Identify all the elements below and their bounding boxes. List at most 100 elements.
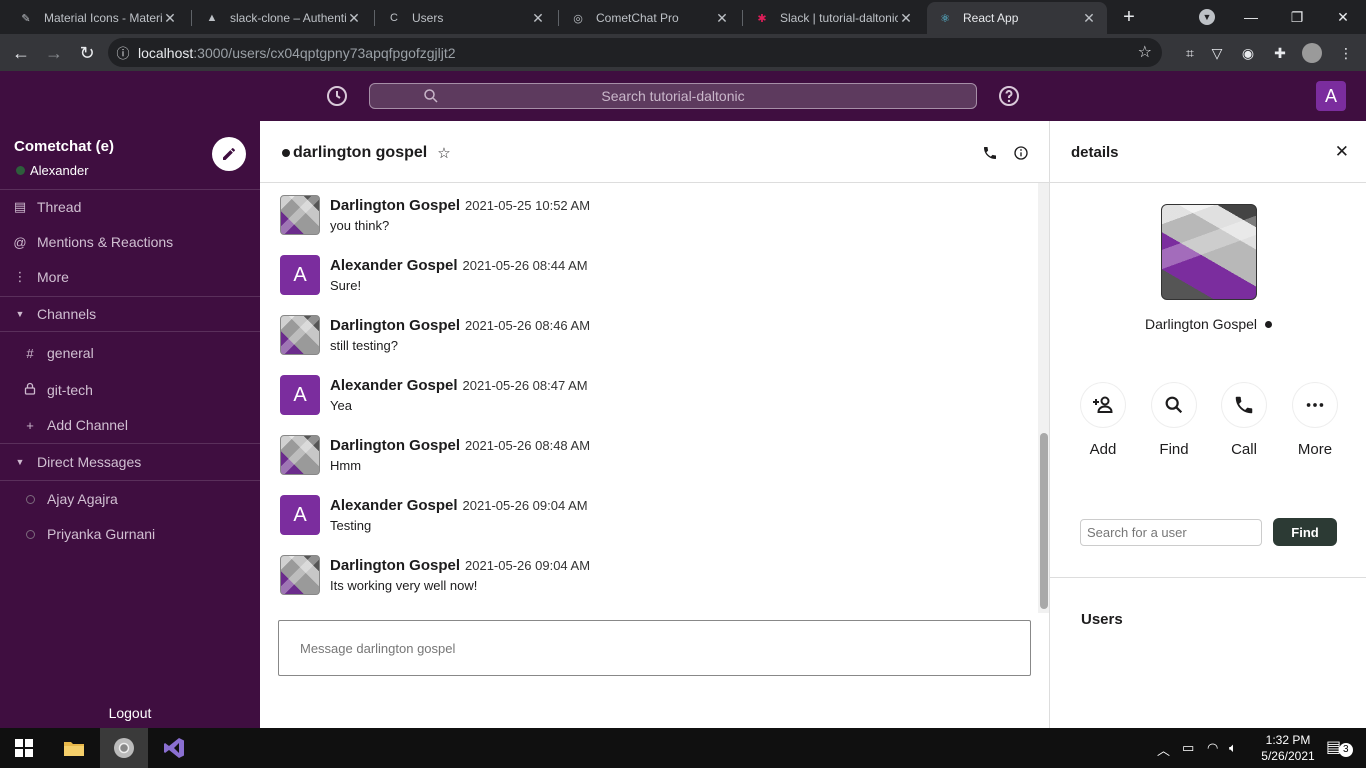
direct-messages-header[interactable]: ▼ Direct Messages bbox=[0, 445, 260, 479]
browser-menu-icon[interactable]: ⋮ bbox=[1336, 43, 1356, 63]
address-bar[interactable]: ⓘ localhost :3000/users/cx04qptgpny73apq… bbox=[108, 38, 1162, 67]
forward-button[interactable]: → bbox=[41, 40, 67, 66]
vscode-taskbar-button[interactable] bbox=[150, 728, 198, 768]
find-action-button[interactable]: Find bbox=[1150, 383, 1198, 458]
scrollbar-thumb[interactable] bbox=[1040, 433, 1048, 609]
extension-cast-icon[interactable]: ⌗ bbox=[1180, 43, 1200, 63]
add-channel-button[interactable]: + Add Channel bbox=[0, 408, 260, 442]
tab-search-button[interactable]: ▼ bbox=[1184, 0, 1230, 34]
extension-ghost-icon[interactable]: ◉ bbox=[1238, 43, 1258, 63]
info-icon[interactable]: ⓘ bbox=[108, 43, 138, 62]
sidebar-item-dm[interactable]: Priyanka Gurnani bbox=[0, 517, 260, 551]
avatar[interactable] bbox=[280, 555, 320, 595]
sidebar-item-general[interactable]: # general bbox=[0, 336, 260, 370]
browser-tab[interactable]: ✱ Slack | tutorial-daltonic ✕ bbox=[744, 2, 924, 34]
message-item[interactable]: Darlington Gospel 2021-05-26 08:46 AM sti… bbox=[280, 303, 1020, 359]
author-name[interactable]: Alexander Gospel bbox=[330, 377, 458, 394]
star-icon[interactable]: ☆ bbox=[437, 144, 450, 162]
message-composer[interactable] bbox=[278, 620, 1031, 676]
sidebar-item-dm[interactable]: Ajay Agajra bbox=[0, 482, 260, 516]
message-list: Darlington Gospel 2021-05-25 10:52 AM you… bbox=[260, 183, 1036, 613]
avatar[interactable]: A bbox=[280, 375, 320, 415]
search-icon bbox=[1152, 383, 1196, 427]
workspace-name[interactable]: Cometchat (e) bbox=[14, 138, 114, 155]
author-name[interactable]: Darlington Gospel bbox=[330, 557, 460, 574]
logout-button[interactable]: Logout bbox=[0, 705, 260, 721]
battery-icon[interactable]: ▭ bbox=[1182, 740, 1194, 756]
close-icon[interactable]: ✕ bbox=[346, 10, 362, 27]
user-search-input[interactable] bbox=[1080, 519, 1262, 546]
avatar[interactable]: A bbox=[280, 255, 320, 295]
workspace-search[interactable]: Search tutorial-daltonic bbox=[369, 83, 977, 109]
help-icon[interactable] bbox=[997, 84, 1021, 108]
close-icon[interactable]: ✕ bbox=[530, 10, 546, 27]
folder-icon bbox=[64, 742, 84, 756]
find-button[interactable]: Find bbox=[1273, 518, 1337, 546]
message-input[interactable] bbox=[279, 621, 1030, 675]
message-item[interactable]: A Alexander Gospel 2021-05-26 08:47 AM Ye… bbox=[280, 363, 1020, 419]
wifi-icon[interactable]: ◠ bbox=[1207, 740, 1218, 756]
browser-toolbar: ← → ↻ ⓘ localhost :3000/users/cx04qptgpn… bbox=[0, 34, 1366, 71]
author-name[interactable]: Darlington Gospel bbox=[330, 317, 460, 334]
browser-tab[interactable]: ▲ slack-clone – Authentication ✕ bbox=[194, 2, 372, 34]
close-icon[interactable]: ✕ bbox=[162, 10, 178, 27]
more-actions-button[interactable]: More bbox=[1291, 383, 1339, 458]
message-scrollbar[interactable] bbox=[1038, 183, 1049, 613]
message-item[interactable]: Darlington Gospel 2021-05-26 08:48 AM Hmm bbox=[280, 423, 1020, 479]
avatar[interactable] bbox=[280, 195, 320, 235]
browser-tab[interactable]: ✎ Material Icons - Material Design ✕ bbox=[8, 2, 188, 34]
tray-chevron-up-icon[interactable]: ︿ bbox=[1157, 740, 1170, 759]
browser-tab[interactable]: C Users ✕ bbox=[376, 2, 556, 34]
message-item[interactable]: A Alexander Gospel 2021-05-26 09:04 AM Te… bbox=[280, 483, 1020, 539]
close-icon[interactable]: ✕ bbox=[898, 10, 914, 27]
profile-avatar-icon[interactable] bbox=[1302, 43, 1322, 63]
channels-header[interactable]: ▼ Channels bbox=[0, 297, 260, 331]
url-path: :3000/users/cx04qptgpny73apqfpgofzgjljt2 bbox=[193, 44, 456, 61]
sidebar-item-mentions[interactable]: @ Mentions & Reactions bbox=[0, 225, 260, 259]
maximize-button[interactable]: ❐ bbox=[1274, 0, 1320, 34]
close-icon[interactable]: ✕ bbox=[1335, 142, 1349, 162]
close-window-button[interactable]: ✕ bbox=[1320, 0, 1366, 34]
chat-title[interactable]: darlington gospel ☆ bbox=[282, 144, 451, 162]
user-avatar[interactable]: A bbox=[1316, 81, 1346, 111]
close-icon[interactable]: ✕ bbox=[1081, 10, 1097, 27]
compose-button[interactable] bbox=[212, 137, 246, 171]
message-item[interactable]: Darlington Gospel 2021-05-26 09:04 AM Its… bbox=[280, 543, 1020, 599]
sidebar-item-git-tech[interactable]: git-tech bbox=[0, 373, 260, 407]
tab-title: React App bbox=[963, 11, 1019, 25]
back-button[interactable]: ← bbox=[8, 40, 34, 66]
author-name[interactable]: Darlington Gospel bbox=[330, 437, 460, 454]
avatar[interactable] bbox=[280, 435, 320, 475]
add-user-button[interactable]: Add bbox=[1079, 383, 1127, 458]
new-tab-button[interactable]: + bbox=[1118, 6, 1140, 28]
info-icon[interactable] bbox=[1013, 145, 1029, 161]
close-icon[interactable]: ✕ bbox=[714, 10, 730, 27]
browser-tab-active[interactable]: ⚛ React App ✕ bbox=[927, 2, 1107, 34]
browser-tab[interactable]: ◎ CometChat Pro ✕ bbox=[560, 2, 740, 34]
extensions-puzzle-icon[interactable]: ✚ bbox=[1270, 43, 1290, 63]
message-item[interactable]: A Alexander Gospel 2021-05-26 08:44 AM Su… bbox=[280, 243, 1020, 299]
sidebar-item-more[interactable]: ⋮ More bbox=[0, 260, 260, 294]
history-icon[interactable] bbox=[325, 84, 349, 108]
extension-vue-icon[interactable]: ▽ bbox=[1207, 43, 1227, 63]
author-name[interactable]: Alexander Gospel bbox=[330, 497, 458, 514]
message-item[interactable]: Darlington Gospel 2021-05-25 10:52 AM you… bbox=[280, 183, 1020, 239]
call-button[interactable]: Call bbox=[1220, 383, 1268, 458]
author-name[interactable]: Darlington Gospel bbox=[330, 197, 460, 214]
minimize-button[interactable]: ― bbox=[1228, 0, 1274, 34]
message-author: Alexander Gospel 2021-05-26 08:44 AM bbox=[330, 257, 588, 274]
phone-icon[interactable] bbox=[982, 145, 998, 161]
file-explorer-button[interactable] bbox=[50, 728, 98, 768]
sidebar-item-thread[interactable]: ▤ Thread bbox=[0, 190, 260, 224]
author-name[interactable]: Alexander Gospel bbox=[330, 257, 458, 274]
avatar[interactable] bbox=[280, 315, 320, 355]
bookmark-star-icon[interactable]: ☆ bbox=[1138, 42, 1152, 62]
system-clock[interactable]: 1:32 PM 5/26/2021 bbox=[1252, 732, 1324, 764]
notifications-button[interactable]: ▤ 3 bbox=[1326, 737, 1353, 757]
reload-button[interactable]: ↻ bbox=[74, 40, 100, 66]
start-button[interactable] bbox=[0, 728, 48, 768]
chrome-taskbar-button[interactable] bbox=[100, 728, 148, 768]
avatar[interactable]: A bbox=[280, 495, 320, 535]
thread-icon: ▤ bbox=[13, 199, 27, 214]
volume-icon[interactable]: 🔈︎ bbox=[1229, 740, 1237, 756]
